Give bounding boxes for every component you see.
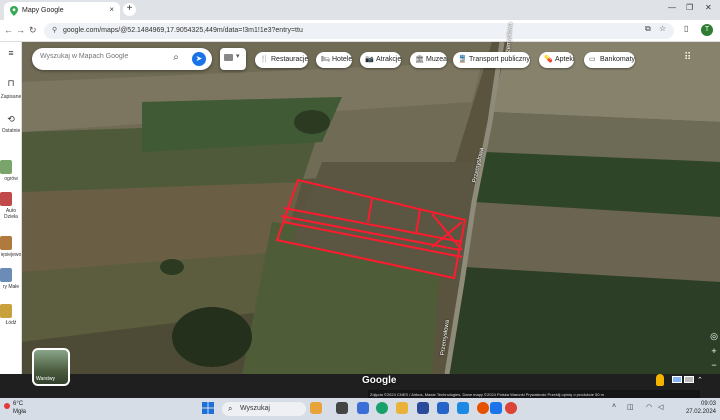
wifi-icon[interactable]: ◠ (646, 403, 652, 411)
search-icon: ⌕ (228, 404, 233, 413)
chip-hotels[interactable]: 🛏 Hotele (316, 52, 353, 68)
taskbar-search-label: Wyszukaj (240, 405, 270, 412)
chip-museums[interactable]: 🏛 Muzea (410, 52, 448, 68)
saved-label[interactable]: Zapisane (0, 94, 22, 100)
weather-condition: Mgła (13, 409, 27, 415)
recent-label[interactable]: Ostatnie (0, 128, 22, 134)
history-icon[interactable]: ⟲ (0, 114, 22, 125)
atm-icon: ▭ (589, 56, 596, 63)
expand-icon[interactable]: ⌃ (697, 376, 703, 384)
url-text[interactable]: google.com/maps/@52.1484969,17.9054325,4… (63, 27, 303, 34)
camera-icon: 📷 (365, 56, 374, 63)
tab-bar: Mapy Google × + — ❐ ✕ (0, 0, 720, 20)
browser-toolbar: ← → ↻ ⚲ google.com/maps/@52.1484969,17.9… (0, 20, 720, 42)
tab-title: Mapy Google (22, 7, 64, 14)
volume-icon[interactable]: ◁ (658, 403, 663, 411)
bed-icon: 🛏 (321, 56, 330, 63)
museum-icon: 🏛 (415, 56, 424, 63)
fork-knife-icon: 🍴 (260, 56, 269, 63)
menu-icon[interactable]: ≡ (0, 48, 22, 58)
recent-place-label[interactable]: ry Małe (0, 284, 22, 290)
forward-icon[interactable]: → (16, 25, 25, 35)
tray-chevron-icon[interactable]: ˄ (612, 403, 616, 410)
maps-side-rail: ≡ ⊓ Zapisane ⟲ Ostatnie ogrów Auto Dzieł… (0, 42, 22, 374)
chip-pharmacies[interactable]: 💊 Apteki (539, 52, 575, 68)
profile-avatar[interactable]: T (701, 24, 713, 36)
imagery-thumb-icon[interactable] (672, 376, 682, 383)
side-panel-icon[interactable]: ▯ (684, 24, 688, 33)
browser-tab[interactable]: Mapy Google × (4, 2, 120, 20)
taskbar-search[interactable]: ⌕ Wyszukaj (222, 402, 306, 416)
pill-icon: 💊 (544, 56, 553, 63)
google-logo: Google (362, 375, 397, 386)
widgets-app-icon[interactable] (310, 402, 322, 414)
layer-toggle-button[interactable]: ▾ (220, 48, 246, 70)
file-explorer-icon[interactable] (396, 402, 408, 414)
search-box: ⌕ ➤ (32, 48, 212, 70)
task-view-icon[interactable] (336, 402, 348, 414)
directions-icon[interactable]: ➤ (192, 52, 206, 66)
b-app-icon[interactable] (417, 402, 429, 414)
saved-icon[interactable]: ⊓ (0, 78, 22, 89)
zoom-out-icon[interactable]: − (708, 359, 720, 371)
language-icon[interactable]: ◫ (627, 403, 634, 411)
windows-taskbar: 6°C Mgła ⌕ Wyszukaj ˄ ◫ ◠ ◁ 09:03 27.02.2… (0, 398, 720, 420)
clock-date: 27.02.2024 (685, 409, 716, 415)
edge-app-icon[interactable] (376, 402, 388, 414)
recent-place-thumb[interactable] (0, 160, 12, 174)
app-icon[interactable] (490, 402, 502, 414)
recent-place-label[interactable]: Auto Dzieła (0, 208, 22, 220)
weather-icon (4, 403, 10, 409)
search-input[interactable] (40, 53, 160, 60)
google-apps-icon[interactable]: ⠿ (684, 52, 691, 63)
window-close-icon[interactable]: ✕ (705, 3, 712, 12)
recent-place-label[interactable]: Łódź (0, 320, 22, 326)
reload-icon[interactable]: ↻ (29, 25, 37, 36)
compass-icon[interactable]: ◎ (708, 330, 720, 342)
clock-time: 09:03 (700, 401, 716, 407)
chip-restaurants[interactable]: 🍴 Restauracje (255, 52, 309, 68)
bookmark-star-icon[interactable]: ☆ (659, 24, 666, 33)
map-imagery (22, 42, 720, 374)
pegman-icon[interactable] (656, 374, 664, 386)
teams-app-icon[interactable] (357, 402, 369, 414)
recent-place-thumb[interactable] (0, 304, 12, 318)
recent-place-thumb[interactable] (0, 192, 12, 206)
maps-pin-icon (10, 6, 18, 16)
recent-place-label[interactable]: ięsiejewo (0, 252, 22, 258)
address-bar[interactable]: ⚲ google.com/maps/@52.1484969,17.9054325… (44, 23, 674, 39)
recent-place-thumb[interactable] (0, 236, 12, 250)
chip-public-transport[interactable]: 🚆 Transport publiczny (453, 52, 530, 68)
train-icon: 🚆 (458, 56, 467, 63)
search-icon[interactable]: ⌕ (169, 52, 183, 66)
back-icon[interactable]: ← (4, 25, 13, 35)
system-clock[interactable]: 09:03 27.02.2024 (676, 400, 716, 416)
zoom-in-icon[interactable]: + (708, 345, 720, 357)
install-app-icon[interactable]: ⧉ (645, 24, 651, 34)
recent-place-thumb[interactable] (0, 268, 12, 282)
word-app-icon[interactable] (437, 402, 449, 414)
dropbox-app-icon[interactable] (457, 402, 469, 414)
layers-label: Warstwy (36, 376, 55, 382)
layers-thumbnail[interactable]: Warstwy (32, 348, 70, 386)
new-tab-button[interactable]: + (123, 3, 136, 16)
tab-close-icon[interactable]: × (109, 5, 114, 14)
chip-attractions[interactable]: 📷 Atrakcje (360, 52, 402, 68)
recent-place-label[interactable]: ogrów (0, 176, 22, 182)
firefox-app-icon[interactable] (477, 402, 489, 414)
layers-icon (224, 54, 233, 61)
satellite-map[interactable] (22, 42, 720, 374)
windows-start-icon[interactable] (202, 402, 214, 414)
site-info-icon[interactable]: ⚲ (52, 26, 57, 34)
chip-atms[interactable]: ▭ Bankomaty (584, 52, 636, 68)
weather-temp: 6°C (13, 401, 24, 407)
chrome-app-icon[interactable] (505, 402, 517, 414)
minimize-icon[interactable]: — (668, 3, 676, 12)
maximize-icon[interactable]: ❐ (686, 3, 693, 12)
chevron-down-icon: ▾ (236, 53, 240, 60)
globe-view-icon[interactable] (684, 376, 694, 383)
